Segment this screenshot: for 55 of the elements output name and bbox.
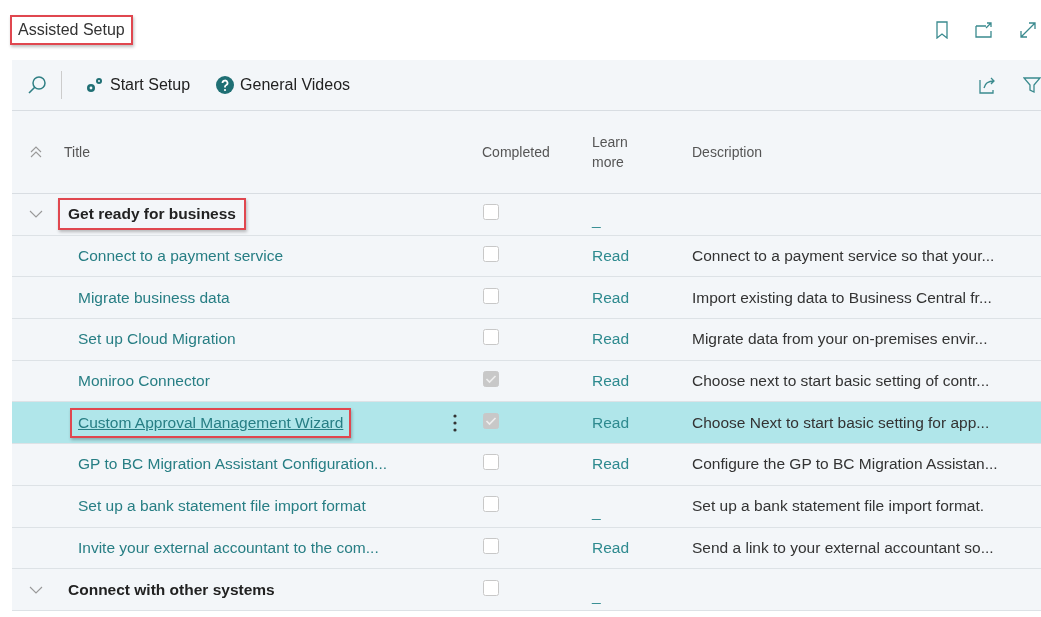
table-row[interactable]: Connect to a payment service Read Connect to a payment service so that your... <box>12 235 1041 278</box>
description-text: Choose next to start basic setting of contr... <box>692 372 990 390</box>
group-title: Connect with other systems <box>67 579 276 600</box>
chevron-icon[interactable] <box>29 209 43 220</box>
table-row[interactable]: Set up a bank statement file import format _ Set up a bank statement file import format. <box>12 485 1041 528</box>
description-text: Send a link to your external accountant so... <box>692 538 994 556</box>
toolbar-button[interactable]: General Videos <box>210 72 357 98</box>
learn-more-link[interactable]: _ <box>592 503 601 521</box>
share-icon[interactable] <box>977 76 997 94</box>
table-row[interactable]: Invite your external accountant to the com... Read Send a link to your external accountant so... <box>12 527 1041 570</box>
open-in-new-window-icon[interactable] <box>975 22 993 38</box>
learn-more-link[interactable]: _ <box>592 211 601 229</box>
setup-link[interactable]: Migrate business data <box>70 282 238 313</box>
column-header[interactable]: Learn more <box>580 132 642 172</box>
page-title: Assisted Setup <box>10 15 133 45</box>
learn-more-link[interactable]: Read <box>592 538 630 556</box>
collapse-all-icon[interactable] <box>30 146 42 158</box>
chevron-icon[interactable] <box>29 584 43 595</box>
description-text: Migrate data from your on-premises envir... <box>692 330 988 348</box>
description-text: Configure the GP to BC Migration Assistan... <box>692 455 998 473</box>
more-options-icon[interactable] <box>453 413 457 432</box>
description-text: Connect to a payment service so that your... <box>692 247 995 265</box>
learn-more-link[interactable]: Read <box>592 288 630 306</box>
description-text: Choose Next to start basic setting for app... <box>692 413 990 431</box>
setup-link[interactable]: Connect to a payment service <box>70 241 292 272</box>
group-title: Get ready for business <box>58 198 246 231</box>
learn-more-link[interactable]: Read <box>592 247 630 265</box>
setup-link[interactable]: Moniroo Connector <box>70 366 218 397</box>
learn-more-link[interactable]: Read <box>592 330 630 348</box>
table-row[interactable]: Migrate business data Read Import existing data to Business Central fr... <box>12 277 1041 320</box>
setup-link[interactable]: Invite your external accountant to the com... <box>70 532 387 563</box>
expand-icon[interactable] <box>1019 21 1037 39</box>
learn-more-link[interactable]: Read <box>592 372 630 390</box>
help-icon <box>216 76 235 94</box>
learn-more-link[interactable]: Read <box>592 455 630 473</box>
table-row[interactable]: Get ready for business _ <box>12 194 1041 236</box>
table-row[interactable]: GP to BC Migration Assistant Configuration... Read Configure the GP to BC Migration Assistan... <box>12 444 1041 486</box>
table-row[interactable]: Connect with other systems _ <box>12 569 1041 611</box>
column-header[interactable]: Title <box>56 144 440 160</box>
description-text: Import existing data to Business Central fr... <box>692 288 992 306</box>
bookmark-icon[interactable] <box>935 21 949 39</box>
column-header[interactable]: Completed <box>470 144 580 160</box>
setup-link[interactable]: GP to BC Migration Assistant Configuration... <box>70 449 395 480</box>
filter-icon[interactable] <box>1023 76 1041 94</box>
description-text: Set up a bank statement file import format. <box>692 497 985 515</box>
table-row[interactable]: Set up Cloud Migration Read Migrate data from your on-premises envir... <box>12 319 1041 361</box>
toolbar-button[interactable]: Start Setup <box>78 72 197 98</box>
setup-link[interactable]: Set up Cloud Migration <box>70 324 244 355</box>
column-header[interactable]: Description <box>680 144 1031 160</box>
table-row[interactable]: Custom Approval Management Wizard Read Choose Next to start basic setting for app... <box>12 402 1041 445</box>
learn-more-link[interactable]: _ <box>592 586 601 604</box>
learn-more-link[interactable]: Read <box>592 413 630 431</box>
setup-link[interactable]: Set up a bank statement file import format <box>70 491 374 522</box>
setup-link[interactable]: Custom Approval Management Wizard <box>70 407 352 438</box>
search-icon[interactable] <box>27 75 47 95</box>
